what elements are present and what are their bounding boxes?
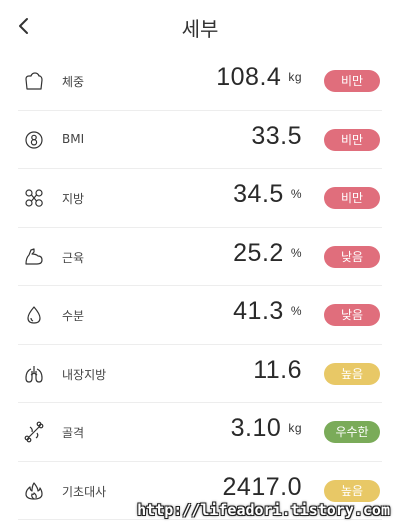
metric-value: 34.5% xyxy=(233,180,302,208)
status-badge: 비만 xyxy=(324,70,380,92)
metric-label: 기초대사 xyxy=(62,484,107,499)
flame-icon xyxy=(23,480,45,502)
metric-value: 41.3% xyxy=(233,297,302,325)
metric-value: 108.4 kg xyxy=(216,63,302,91)
status-badge: 낮음 xyxy=(324,245,380,268)
metric-value: 2417.0 xyxy=(222,472,302,501)
fat-icon xyxy=(23,187,45,209)
metric-label: 골격 xyxy=(62,426,85,440)
metric-label: 지방 xyxy=(62,192,85,206)
metric-label: BMI xyxy=(62,131,85,146)
metric-row-visceral[interactable]: 내장지방 11.6 높음 xyxy=(18,345,382,403)
watermark: http://lifeadori.tistory.com xyxy=(137,501,390,519)
metric-label: 체중 xyxy=(62,75,85,89)
water-drop-icon xyxy=(23,304,45,326)
status-badge: 높음 xyxy=(324,362,380,385)
header: 세부 xyxy=(0,0,400,52)
metric-row-bmi[interactable]: BMI 33.5 비만 xyxy=(18,111,382,169)
metric-value: 11.6 xyxy=(253,355,302,384)
metric-label: 근육 xyxy=(62,250,85,265)
lungs-icon xyxy=(23,363,45,385)
metric-value: 3.10 kg xyxy=(230,414,302,442)
status-badge: 높음 xyxy=(324,479,380,502)
status-badge: 낮음 xyxy=(324,304,380,326)
bone-icon xyxy=(23,421,45,443)
page-title: 세부 xyxy=(181,17,219,41)
bmi-icon xyxy=(23,129,45,151)
metrics-list: 체중 108.4 kg 비만 BMI 33.5 비만 지방 34.5% 비만 근… xyxy=(0,52,400,520)
metric-label: 내장지방 xyxy=(62,367,107,382)
metric-value: 25.2% xyxy=(233,238,302,267)
scale-icon xyxy=(23,70,45,92)
metric-row-bone[interactable]: 골격 3.10 kg 우수한 xyxy=(18,403,382,462)
status-badge: 우수한 xyxy=(324,421,380,443)
muscle-icon xyxy=(23,246,45,268)
status-badge: 비만 xyxy=(324,128,380,151)
metric-row-weight[interactable]: 체중 108.4 kg 비만 xyxy=(18,52,382,111)
metric-row-water[interactable]: 수분 41.3% 낮음 xyxy=(18,286,382,345)
status-badge: 비만 xyxy=(324,187,380,209)
metric-label: 수분 xyxy=(62,309,85,323)
metric-value: 33.5 xyxy=(251,121,302,150)
metric-row-muscle[interactable]: 근육 25.2% 낮음 xyxy=(18,228,382,286)
metric-row-fat[interactable]: 지방 34.5% 비만 xyxy=(18,169,382,228)
